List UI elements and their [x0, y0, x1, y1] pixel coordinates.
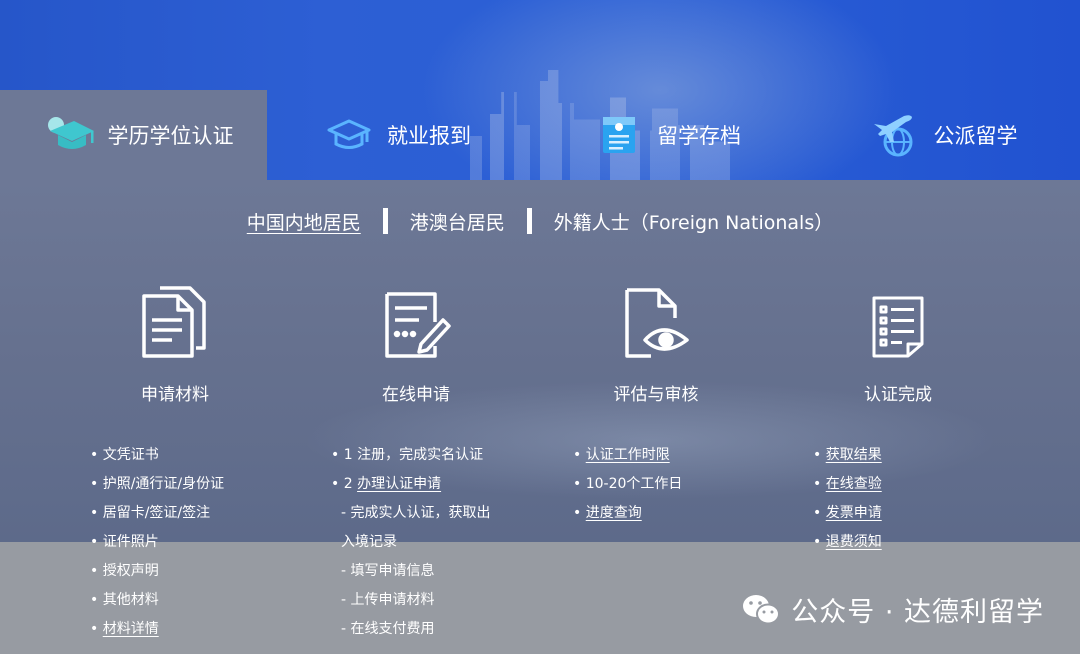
step-title: 评估与审核 — [613, 385, 699, 405]
step-title: 认证完成 — [864, 385, 932, 405]
region-selector: 中国内地居民 港澳台居民 外籍人士（Foreign Nationals） — [0, 204, 1080, 238]
step-evaluation-review: 评估与审核 — [536, 280, 776, 405]
list-item: • 文凭证书 — [90, 447, 159, 463]
step-application-materials: 申请材料 — [55, 280, 295, 405]
review-list: • 认证工作时限 • 10-20个工作日 • 进度查询 — [573, 441, 682, 528]
online-application-list: • 1 注册，完成实名认证 • 2 办理认证申请 - 完成实人认证，获取出 入境… — [331, 441, 491, 644]
apply-verification-link[interactable]: • 2 办理认证申请 — [331, 470, 491, 499]
completion-list: • 获取结果 • 在线查验 • 发票申请 • 退费须知 — [813, 441, 882, 557]
airplane-globe-icon — [870, 112, 922, 158]
list-item: • 其他材料 — [90, 592, 159, 608]
invoice-request-link[interactable]: • 发票申请 — [813, 499, 882, 528]
edit-form-icon — [296, 280, 536, 360]
region-mainland-link[interactable]: 中国内地居民 — [247, 208, 361, 235]
list-item: • 1 注册，完成实名认证 — [331, 447, 484, 463]
watermark: 公众号 · 达德利留学 — [741, 590, 1044, 629]
materials-list: • 文凭证书 • 护照/通行证/身份证 • 居留卡/签证/签注 • 证件照片 •… — [90, 441, 224, 644]
tab-label: 留学存档 — [657, 124, 741, 148]
documents-icon — [55, 280, 295, 360]
progress-query-link[interactable]: • 进度查询 — [573, 499, 682, 528]
tab-degree-verification[interactable]: 学历学位认证 — [0, 90, 267, 180]
processing-time-link[interactable]: • 认证工作时限 — [573, 441, 682, 470]
tab-employment-report[interactable]: 就业报到 — [267, 90, 527, 180]
list-subitem: - 填写申请信息 — [341, 563, 435, 579]
refund-notice-link[interactable]: • 退费须知 — [813, 528, 882, 557]
list-item: • 居留卡/签证/签注 — [90, 505, 211, 521]
tab-government-sponsored[interactable]: 公派留学 — [807, 90, 1080, 180]
archive-folder-icon — [593, 112, 645, 158]
service-tabs: 学历学位认证 就业报到 留学存档 公派留学 — [0, 90, 1080, 180]
get-result-link[interactable]: • 获取结果 — [813, 441, 882, 470]
tab-label: 公派留学 — [933, 124, 1018, 148]
list-item: • 护照/通行证/身份证 — [90, 476, 225, 492]
graduation-cap-icon — [44, 112, 96, 158]
checklist-icon — [778, 280, 1018, 360]
region-hmt-link[interactable]: 港澳台居民 — [410, 208, 505, 235]
materials-detail-link[interactable]: • 材料详情 — [90, 615, 224, 644]
tab-study-archive[interactable]: 留学存档 — [527, 90, 807, 180]
list-item: • 授权声明 — [90, 563, 159, 579]
step-title: 在线申请 — [382, 385, 450, 405]
tab-label: 就业报到 — [387, 124, 471, 148]
step-title: 申请材料 — [141, 385, 209, 405]
region-foreign-link[interactable]: 外籍人士（Foreign Nationals） — [554, 208, 833, 235]
list-subitem: - 上传申请材料 — [341, 592, 435, 608]
list-item: • 证件照片 — [90, 534, 159, 550]
tab-label: 学历学位认证 — [107, 124, 234, 148]
watermark-text: 公众号 · 达德利留学 — [791, 597, 1044, 628]
wechat-icon — [741, 593, 781, 627]
list-subitem: - 完成实人认证，获取出 — [341, 505, 491, 521]
list-item: • 10-20个工作日 — [573, 476, 683, 492]
document-eye-icon — [536, 280, 776, 360]
online-check-link[interactable]: • 在线查验 — [813, 470, 882, 499]
divider — [526, 208, 532, 234]
step-verification-complete: 认证完成 — [778, 280, 1018, 405]
list-subitem: - 在线支付费用 — [341, 621, 435, 637]
step-online-application: 在线申请 — [296, 280, 536, 405]
divider — [382, 208, 388, 234]
mortarboard-icon — [323, 112, 375, 158]
list-subitem: 入境记录 — [341, 534, 397, 550]
